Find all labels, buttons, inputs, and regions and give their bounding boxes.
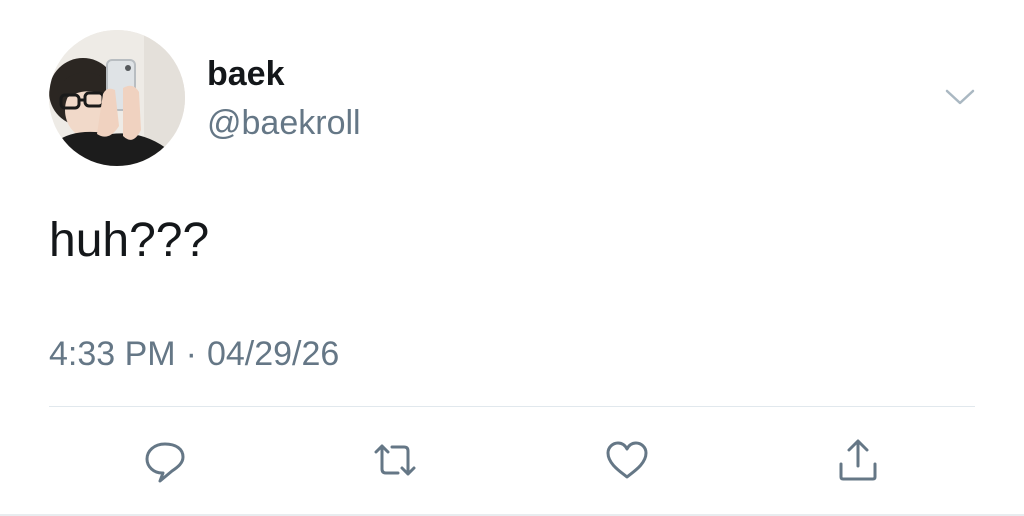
tweet-text: huh???: [49, 214, 210, 267]
avatar-photo: [49, 30, 185, 166]
heart-icon: [606, 441, 648, 479]
reply-bubble-icon: [145, 442, 185, 483]
chevron-down-icon[interactable]: [944, 86, 976, 108]
divider: [49, 406, 975, 407]
tweet-timestamp[interactable]: 4:33 PM · 04/29/26: [49, 334, 339, 374]
reply-button[interactable]: [141, 436, 189, 484]
timestamp-separator: ·: [185, 335, 197, 373]
retweet-arrows-icon: [374, 444, 416, 476]
tweet-card: baek @baekroll huh??? 4:33 PM · 04/29/26: [0, 0, 1024, 516]
share-upload-icon: [839, 439, 877, 481]
like-button[interactable]: [603, 436, 651, 484]
avatar[interactable]: [49, 30, 185, 166]
share-button[interactable]: [834, 436, 882, 484]
author-display-name[interactable]: baek: [207, 54, 285, 94]
tweet-date: 04/29/26: [206, 335, 340, 373]
tweet-time: 4:33 PM: [49, 335, 176, 373]
retweet-button[interactable]: [371, 436, 419, 484]
author-handle[interactable]: @baekroll: [207, 103, 361, 143]
